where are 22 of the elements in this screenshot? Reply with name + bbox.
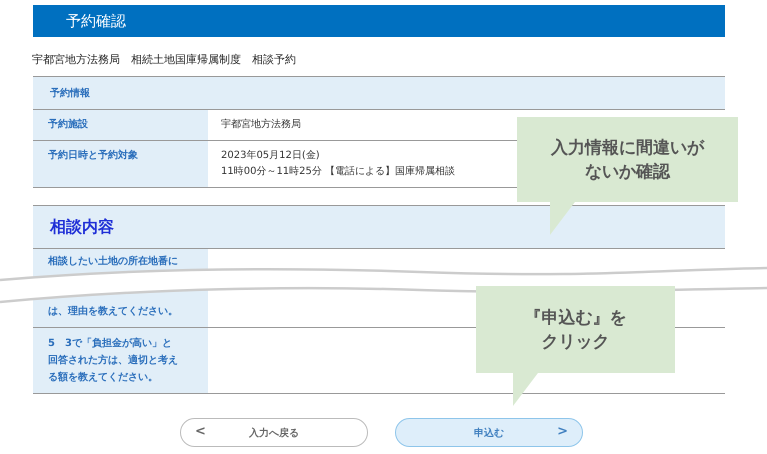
field-label: る額を教えてください。 (48, 371, 159, 385)
section-heading: 予約情報 (50, 86, 90, 100)
breadcrumb: 宇都宮地方法務局 相続土地国庫帰属制度 相談予約 (32, 52, 297, 67)
field-label: 予約日時と予約対象 (48, 149, 139, 163)
section-heading: 相談内容 (50, 216, 114, 238)
callout-text: クリック (542, 332, 610, 352)
callout-text: 入力情報に間違いが (551, 138, 704, 158)
field-label: 回答された方は、適切と考え (48, 354, 179, 368)
page-title: 予約確認 (66, 12, 126, 30)
field-label: 相談したい土地の所在地番に (48, 255, 179, 269)
field-label: は、理由を教えてください。 (48, 305, 179, 319)
chevron-icon: > (557, 424, 568, 439)
back-button[interactable]: 入力へ戻る < (180, 418, 368, 447)
submit-button[interactable]: 申込む > (395, 418, 583, 447)
field-value: 2023年05月12日(金) (221, 149, 321, 163)
field-label: 予約施設 (48, 118, 89, 132)
field-value: 11時00分～11時25分 【電話による】国庫帰属相談 (221, 165, 456, 179)
callout-text: 『申込む』を (524, 308, 626, 328)
chevron-icon: < (195, 424, 206, 439)
field-value: 宇都宮地方法務局 (221, 118, 301, 132)
field-label: 5 3で「負担金が高い」と (48, 337, 173, 351)
callout-text: ないか確認 (585, 162, 670, 182)
